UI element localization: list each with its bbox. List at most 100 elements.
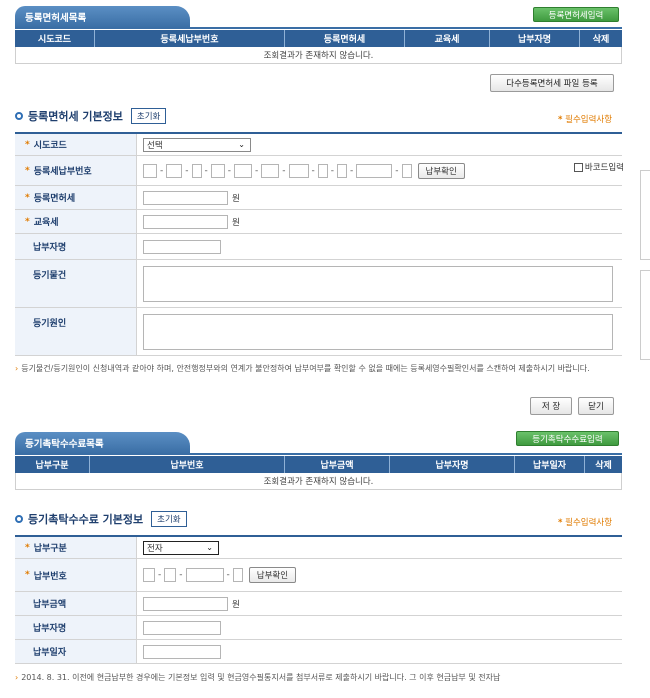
col-regtax: 등록면허세 [285, 30, 405, 47]
item-textarea[interactable] [143, 265, 613, 302]
row-fee-amount: 납부금액 원 [15, 592, 622, 616]
payno-input-2[interactable] [166, 163, 183, 178]
payno-input-8[interactable] [317, 163, 328, 178]
fee-payno-input-3[interactable] [185, 568, 224, 582]
reg-required-text: 필수입력사항 [565, 115, 613, 125]
barcode-option[interactable]: 바코드입력 [573, 161, 624, 173]
label-payno: * 등록세납부번호 [15, 156, 137, 185]
amount-unit: 원 [232, 193, 240, 204]
reg-empty-message: 조회결과가 존재하지 않습니다. [15, 47, 622, 64]
col-delete: 삭제 [592, 35, 610, 45]
payno-input-9[interactable] [337, 163, 347, 178]
payno-input-3[interactable] [191, 163, 202, 178]
label-sido: * 시도코드 [15, 134, 137, 155]
label-amount: * 등록면허세 [15, 186, 137, 209]
label-fee-amount: 납부금액 [15, 592, 137, 615]
payno-input-4[interactable] [210, 163, 225, 178]
col-fee-amount: 납부금액 [285, 456, 390, 473]
reg-confirm-button[interactable]: 납부확인 [417, 162, 465, 179]
row-cause: 등기원인 [15, 308, 622, 356]
label-fee-payno: * 납부번호 [15, 559, 137, 591]
row-type: * 납부구분 전자 ⌄ [15, 537, 622, 559]
side-panel-2 [640, 270, 650, 360]
barcode-checkbox[interactable] [573, 163, 583, 172]
fee-required-text: 필수입력사항 [565, 518, 613, 528]
col-sido: 시도코드 [15, 30, 95, 47]
fee-list-line [15, 453, 622, 455]
reg-list-tab: 등록면허세목록 [15, 6, 190, 28]
fee-list-tab: 등기촉탁수수료목록 [15, 432, 190, 454]
label-fee-payer: 납부자명 [15, 616, 137, 639]
edu-unit: 원 [232, 217, 240, 228]
fee-amount-input[interactable] [143, 596, 228, 611]
fee-note: › 2014. 8. 31. 이전에 현금납부한 경우에는 기본정보 입력 및 현… [15, 673, 501, 682]
side-panel-1 [640, 170, 650, 260]
reg-form-title-text: 등록면허세 기본정보 [28, 110, 123, 123]
payno-input-1[interactable] [143, 163, 157, 178]
payno-input-5[interactable] [234, 163, 252, 178]
reg-list-line [15, 27, 622, 29]
row-edu: * 교육세 원 [15, 210, 622, 234]
bullet-icon [15, 515, 23, 523]
fee-amount-unit: 원 [232, 599, 240, 610]
payer-input[interactable] [143, 239, 221, 254]
payno-input-7[interactable] [288, 163, 309, 178]
sido-select[interactable]: 선택 ⌄ [143, 137, 251, 152]
reg-required-mark: * [558, 115, 563, 125]
fee-payno-input-2[interactable] [164, 568, 177, 582]
type-select[interactable]: 전자 ⌄ [143, 540, 219, 555]
payno-input-11[interactable] [401, 163, 412, 178]
row-fee-date: 납부일자 [15, 640, 622, 664]
col-fee-delete: 삭제 [595, 461, 612, 471]
fee-input-button[interactable]: 등기촉탁수수료입력 [516, 431, 619, 446]
row-fee-payno: * 납부번호 - - - 납부확인 [15, 559, 622, 592]
reg-list-header: 시도코드 등록세납부번호 등록면허세 교육세 납부자명 삭제 [15, 30, 622, 47]
edu-input[interactable] [143, 214, 228, 229]
fee-form-title: 등기촉탁수수료 기본정보 초기화 [15, 511, 187, 527]
row-fee-payer: 납부자명 [15, 616, 622, 640]
col-type: 납부구분 [15, 456, 90, 473]
reg-reset-button[interactable]: 초기화 [130, 108, 167, 124]
amount-input[interactable] [143, 190, 228, 205]
row-item: 등기물건 [15, 260, 622, 308]
reg-form-title: 등록면허세 기본정보 초기화 [15, 108, 167, 124]
label-cause: 등기원인 [15, 308, 137, 355]
save-button[interactable]: 저 장 [530, 397, 572, 415]
col-fee-date: 납부일자 [515, 456, 585, 473]
row-sido: * 시도코드 선택 ⌄ [15, 134, 622, 156]
col-edutax: 교육세 [405, 30, 490, 47]
row-payno: * 등록세납부번호 - - - - - - - - - - 납부확인 바코드입력 [15, 156, 624, 186]
barcode-label: 바코드입력 [584, 163, 624, 173]
label-edu: * 교육세 [15, 210, 137, 233]
cause-textarea[interactable] [143, 313, 613, 350]
chevron-down-icon: ⌄ [238, 139, 245, 149]
label-payer: 납부자명 [15, 234, 137, 259]
fee-list-header: 납부구분 납부번호 납부금액 납부자명 납부일자 삭제 [15, 456, 622, 473]
col-payno: 등록세납부번호 [95, 30, 285, 47]
fee-payer-input[interactable] [143, 620, 221, 635]
col-fee-payer: 납부자명 [390, 456, 515, 473]
fee-confirm-button[interactable]: 납부확인 [248, 567, 297, 583]
reg-input-button[interactable]: 등록면허세입력 [533, 7, 619, 22]
close-button[interactable]: 닫기 [578, 397, 614, 415]
reg-note: › 등기물건/등기원인이 신청내역과 같아야 하며, 안전행정부와의 연계가 불안… [15, 364, 590, 373]
reg-required-note: * 필수입력사항 [558, 113, 612, 125]
row-amount: * 등록면허세 원 [15, 186, 622, 210]
payno-input-10[interactable] [356, 163, 393, 178]
fee-form-title-text: 등기촉탁수수료 기본정보 [28, 513, 144, 526]
reg-list-title: 등록면허세목록 [25, 13, 87, 24]
fee-payno-input-1[interactable] [143, 568, 155, 582]
label-fee-date: 납부일자 [15, 640, 137, 663]
fee-date-input[interactable] [143, 644, 221, 659]
chevron-down-icon: ⌄ [206, 542, 213, 552]
payno-input-6[interactable] [261, 163, 280, 178]
label-type: * 납부구분 [15, 537, 137, 558]
row-payer: 납부자명 [15, 234, 622, 260]
bulk-register-button[interactable]: 다수등록면허세 파일 등록 [490, 74, 614, 92]
fee-list-title: 등기촉탁수수료목록 [25, 439, 104, 450]
fee-payno-input-4[interactable] [232, 568, 243, 582]
fee-required-mark: * [558, 518, 563, 528]
fee-reset-button[interactable]: 초기화 [151, 511, 187, 527]
fee-required-note: * 필수입력사항 [558, 516, 612, 528]
label-item: 등기물건 [15, 260, 137, 307]
